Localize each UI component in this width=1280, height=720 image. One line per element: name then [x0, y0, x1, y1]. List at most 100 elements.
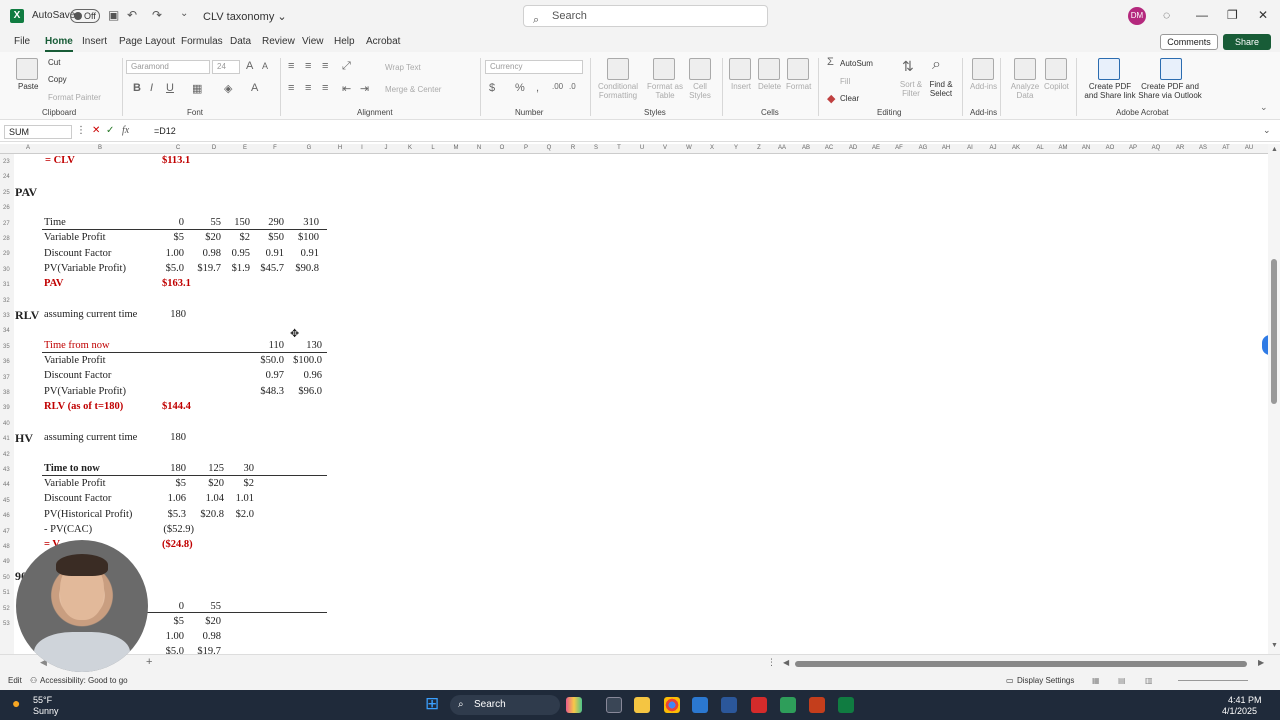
column-header-an[interactable]: AN: [1082, 145, 1090, 151]
scroll-left-icon[interactable]: ◀: [783, 658, 789, 667]
column-header-ad[interactable]: AD: [849, 145, 857, 151]
column-header-b[interactable]: B: [98, 145, 102, 151]
row-header-39[interactable]: 39: [3, 405, 10, 411]
clear-button[interactable]: Clear: [840, 94, 859, 103]
delete-cells-icon[interactable]: [758, 58, 780, 80]
comma-icon[interactable]: ,: [536, 82, 539, 94]
format-as-table-icon[interactable]: [653, 58, 675, 80]
tab-home[interactable]: Home: [45, 36, 73, 52]
hv-result-value[interactable]: ($24.8): [162, 539, 193, 551]
row-header-47[interactable]: 47: [3, 529, 10, 535]
column-header-a[interactable]: A: [26, 145, 30, 151]
rlv-vp-label[interactable]: Variable Profit: [44, 355, 106, 367]
borders-icon[interactable]: ▦: [192, 82, 202, 95]
hv-current-time[interactable]: 180: [164, 432, 186, 444]
copy-button[interactable]: Copy: [48, 75, 67, 84]
vertical-scrollbar[interactable]: ▲ ▼: [1268, 144, 1280, 654]
align-center-icon[interactable]: ≡: [305, 82, 311, 94]
page-layout-view-icon[interactable]: ▤: [1118, 676, 1126, 685]
column-header-as[interactable]: AS: [1199, 145, 1207, 151]
column-header-aa[interactable]: AA: [778, 145, 786, 151]
fill-button[interactable]: Fill: [840, 77, 850, 86]
sort-filter-icon[interactable]: ⇅: [902, 58, 914, 75]
column-header-q[interactable]: Q: [547, 145, 552, 151]
search-box[interactable]: ⌕ Search: [523, 5, 768, 27]
worksheet-grid[interactable]: = CLV $113.1 PAV Time Variable Profit Di…: [14, 154, 1268, 654]
collapse-ribbon-icon[interactable]: ⌄: [1260, 102, 1268, 113]
row-header-33[interactable]: 33: [3, 313, 10, 319]
cancel-icon[interactable]: ✕: [92, 125, 100, 136]
paste-button[interactable]: Paste: [18, 82, 38, 91]
bold-icon[interactable]: B: [133, 82, 141, 94]
rlv-pv-label[interactable]: PV(Variable Profit): [44, 386, 126, 398]
tab-view[interactable]: View: [302, 36, 324, 47]
italic-icon[interactable]: I: [150, 82, 153, 94]
rlv-df-cell-1[interactable]: 0.96: [278, 370, 322, 382]
copilot-icon[interactable]: [1045, 58, 1067, 80]
column-header-ar[interactable]: AR: [1176, 145, 1184, 151]
column-header-h[interactable]: H: [338, 145, 342, 151]
pav-time-label[interactable]: Time: [44, 217, 66, 229]
create-pdf-link-icon[interactable]: [1098, 58, 1120, 80]
clock-date[interactable]: 4/1/2025: [1222, 706, 1257, 716]
row-header-23[interactable]: 23: [3, 159, 10, 165]
autosum-button[interactable]: AutoSum: [840, 59, 873, 68]
row-header-49[interactable]: 49: [3, 559, 10, 565]
column-header-e[interactable]: E: [243, 145, 247, 151]
increase-decimal-icon[interactable]: .00: [552, 82, 563, 91]
restore-icon[interactable]: ❐: [1227, 8, 1238, 22]
next-time-cell-1[interactable]: 55: [177, 601, 222, 613]
insert-function-icon[interactable]: fx: [122, 125, 129, 136]
pav-pv-label[interactable]: PV(Variable Profit): [44, 263, 126, 275]
tab-help[interactable]: Help: [334, 36, 355, 47]
hv-df-label[interactable]: Discount Factor: [44, 493, 111, 505]
file-explorer-icon[interactable]: [634, 697, 650, 713]
tab-data[interactable]: Data: [230, 36, 251, 47]
rlv-value[interactable]: $144.4: [162, 401, 191, 413]
column-header-ae[interactable]: AE: [872, 145, 880, 151]
next-df-cell-1[interactable]: 0.98: [177, 631, 221, 643]
comments-button[interactable]: Comments: [1160, 34, 1218, 50]
add-ins-button[interactable]: Add-ins: [970, 82, 997, 91]
conditional-formatting-button[interactable]: Conditional Formatting: [594, 82, 642, 100]
row-header-36[interactable]: 36: [3, 359, 10, 365]
row-header-32[interactable]: 32: [3, 298, 10, 304]
tab-page-layout[interactable]: Page Layout: [119, 36, 175, 47]
pav-df-cell-4[interactable]: 0.91: [275, 248, 319, 260]
column-header-aq[interactable]: AQ: [1152, 145, 1161, 151]
hv-vp-cell-2[interactable]: $2: [210, 478, 255, 490]
row-header-42[interactable]: 42: [3, 452, 10, 458]
column-header-ag[interactable]: AG: [919, 145, 928, 151]
insert-cells-button[interactable]: Insert: [731, 82, 751, 91]
clv-value[interactable]: $113.1: [162, 155, 190, 167]
rlv-df-label[interactable]: Discount Factor: [44, 370, 111, 382]
row-header-27[interactable]: 27: [3, 221, 10, 227]
increase-font-icon[interactable]: A: [246, 60, 253, 72]
column-header-l[interactable]: L: [431, 145, 434, 151]
delete-cells-button[interactable]: Delete: [758, 82, 781, 91]
column-header-ah[interactable]: AH: [942, 145, 950, 151]
next-pv-cell-1[interactable]: $19.7: [177, 646, 221, 654]
customize-toolbar-icon[interactable]: ⌄: [180, 8, 188, 19]
analyze-data-button[interactable]: Analyze Data: [1008, 82, 1042, 100]
analyze-data-icon[interactable]: [1014, 58, 1036, 80]
hv-ttn-label[interactable]: Time to now: [44, 463, 100, 475]
column-header-m[interactable]: M: [454, 145, 459, 151]
column-header-x[interactable]: X: [710, 145, 714, 151]
hv-df-cell-2[interactable]: 1.01: [210, 493, 254, 505]
align-bottom-icon[interactable]: ≡: [322, 60, 328, 72]
column-header-am[interactable]: AM: [1059, 145, 1068, 151]
hv-ttn-cell-2[interactable]: 30: [210, 463, 255, 475]
share-button[interactable]: Share: [1223, 34, 1271, 50]
column-header-j[interactable]: J: [385, 145, 388, 151]
fill-color-icon[interactable]: ◈: [224, 82, 232, 95]
column-header-g[interactable]: G: [307, 145, 312, 151]
align-left-icon[interactable]: ≡: [288, 82, 294, 94]
decrease-indent-icon[interactable]: ⇤: [342, 82, 351, 95]
format-cells-icon[interactable]: [787, 58, 809, 80]
column-header-ao[interactable]: AO: [1106, 145, 1115, 151]
minimize-icon[interactable]: —: [1196, 8, 1208, 22]
cut-button[interactable]: Cut: [48, 58, 60, 67]
pav-pv-cell-4[interactable]: $90.8: [275, 263, 319, 275]
currency-icon[interactable]: $: [489, 82, 495, 94]
